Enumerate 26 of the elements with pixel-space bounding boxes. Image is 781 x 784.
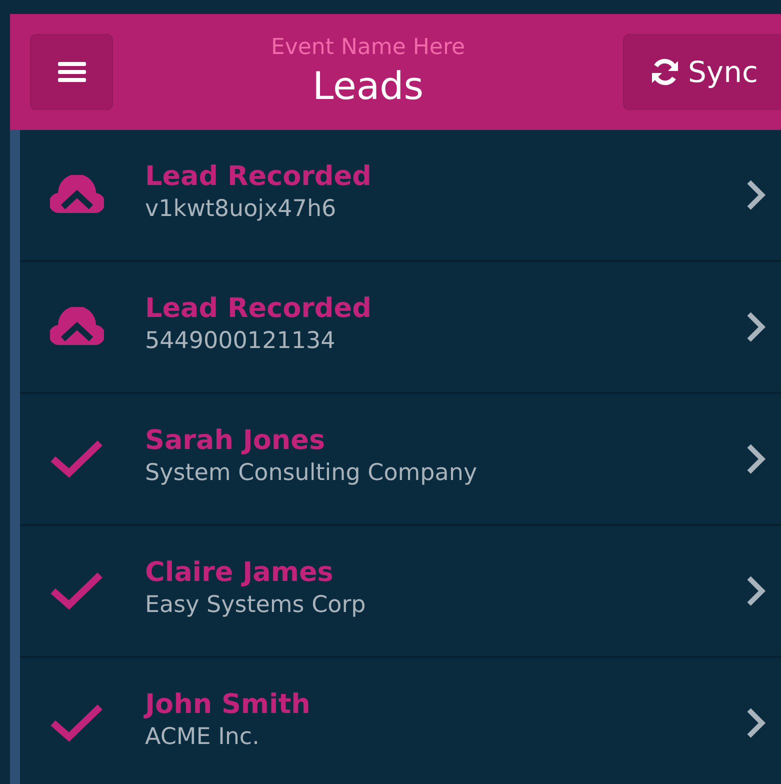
check-icon bbox=[50, 703, 104, 743]
chevron-right-icon bbox=[745, 575, 767, 607]
check-icon bbox=[50, 439, 104, 479]
sync-icon bbox=[650, 57, 680, 87]
menu-icon bbox=[58, 60, 86, 84]
chevron-right-icon bbox=[745, 707, 767, 739]
lead-title: John Smith bbox=[145, 688, 312, 720]
lead-subtitle: ACME Inc. bbox=[145, 724, 260, 750]
lead-subtitle: Easy Systems Corp bbox=[145, 592, 367, 618]
chevron-right-icon bbox=[745, 311, 767, 343]
lead-title: Lead Recorded bbox=[145, 160, 372, 192]
sync-button[interactable]: Sync bbox=[623, 34, 781, 110]
lead-subtitle: System Consulting Company bbox=[145, 460, 478, 486]
check-icon bbox=[50, 571, 104, 611]
lead-title: Lead Recorded bbox=[145, 292, 372, 324]
lead-title: Sarah Jones bbox=[145, 424, 326, 456]
cloud-upload-icon bbox=[50, 307, 104, 347]
menu-button[interactable] bbox=[30, 34, 113, 110]
chevron-right-icon bbox=[745, 179, 767, 211]
lead-title: Claire James bbox=[145, 556, 334, 588]
chevron-right-icon bbox=[745, 443, 767, 475]
page-title: Leads bbox=[312, 63, 424, 110]
event-name: Event Name Here bbox=[270, 34, 466, 62]
lead-subtitle: 5449000121134 bbox=[145, 328, 336, 354]
cloud-upload-icon bbox=[50, 175, 104, 215]
lead-subtitle: v1kwt8uojx47h6 bbox=[145, 196, 338, 222]
